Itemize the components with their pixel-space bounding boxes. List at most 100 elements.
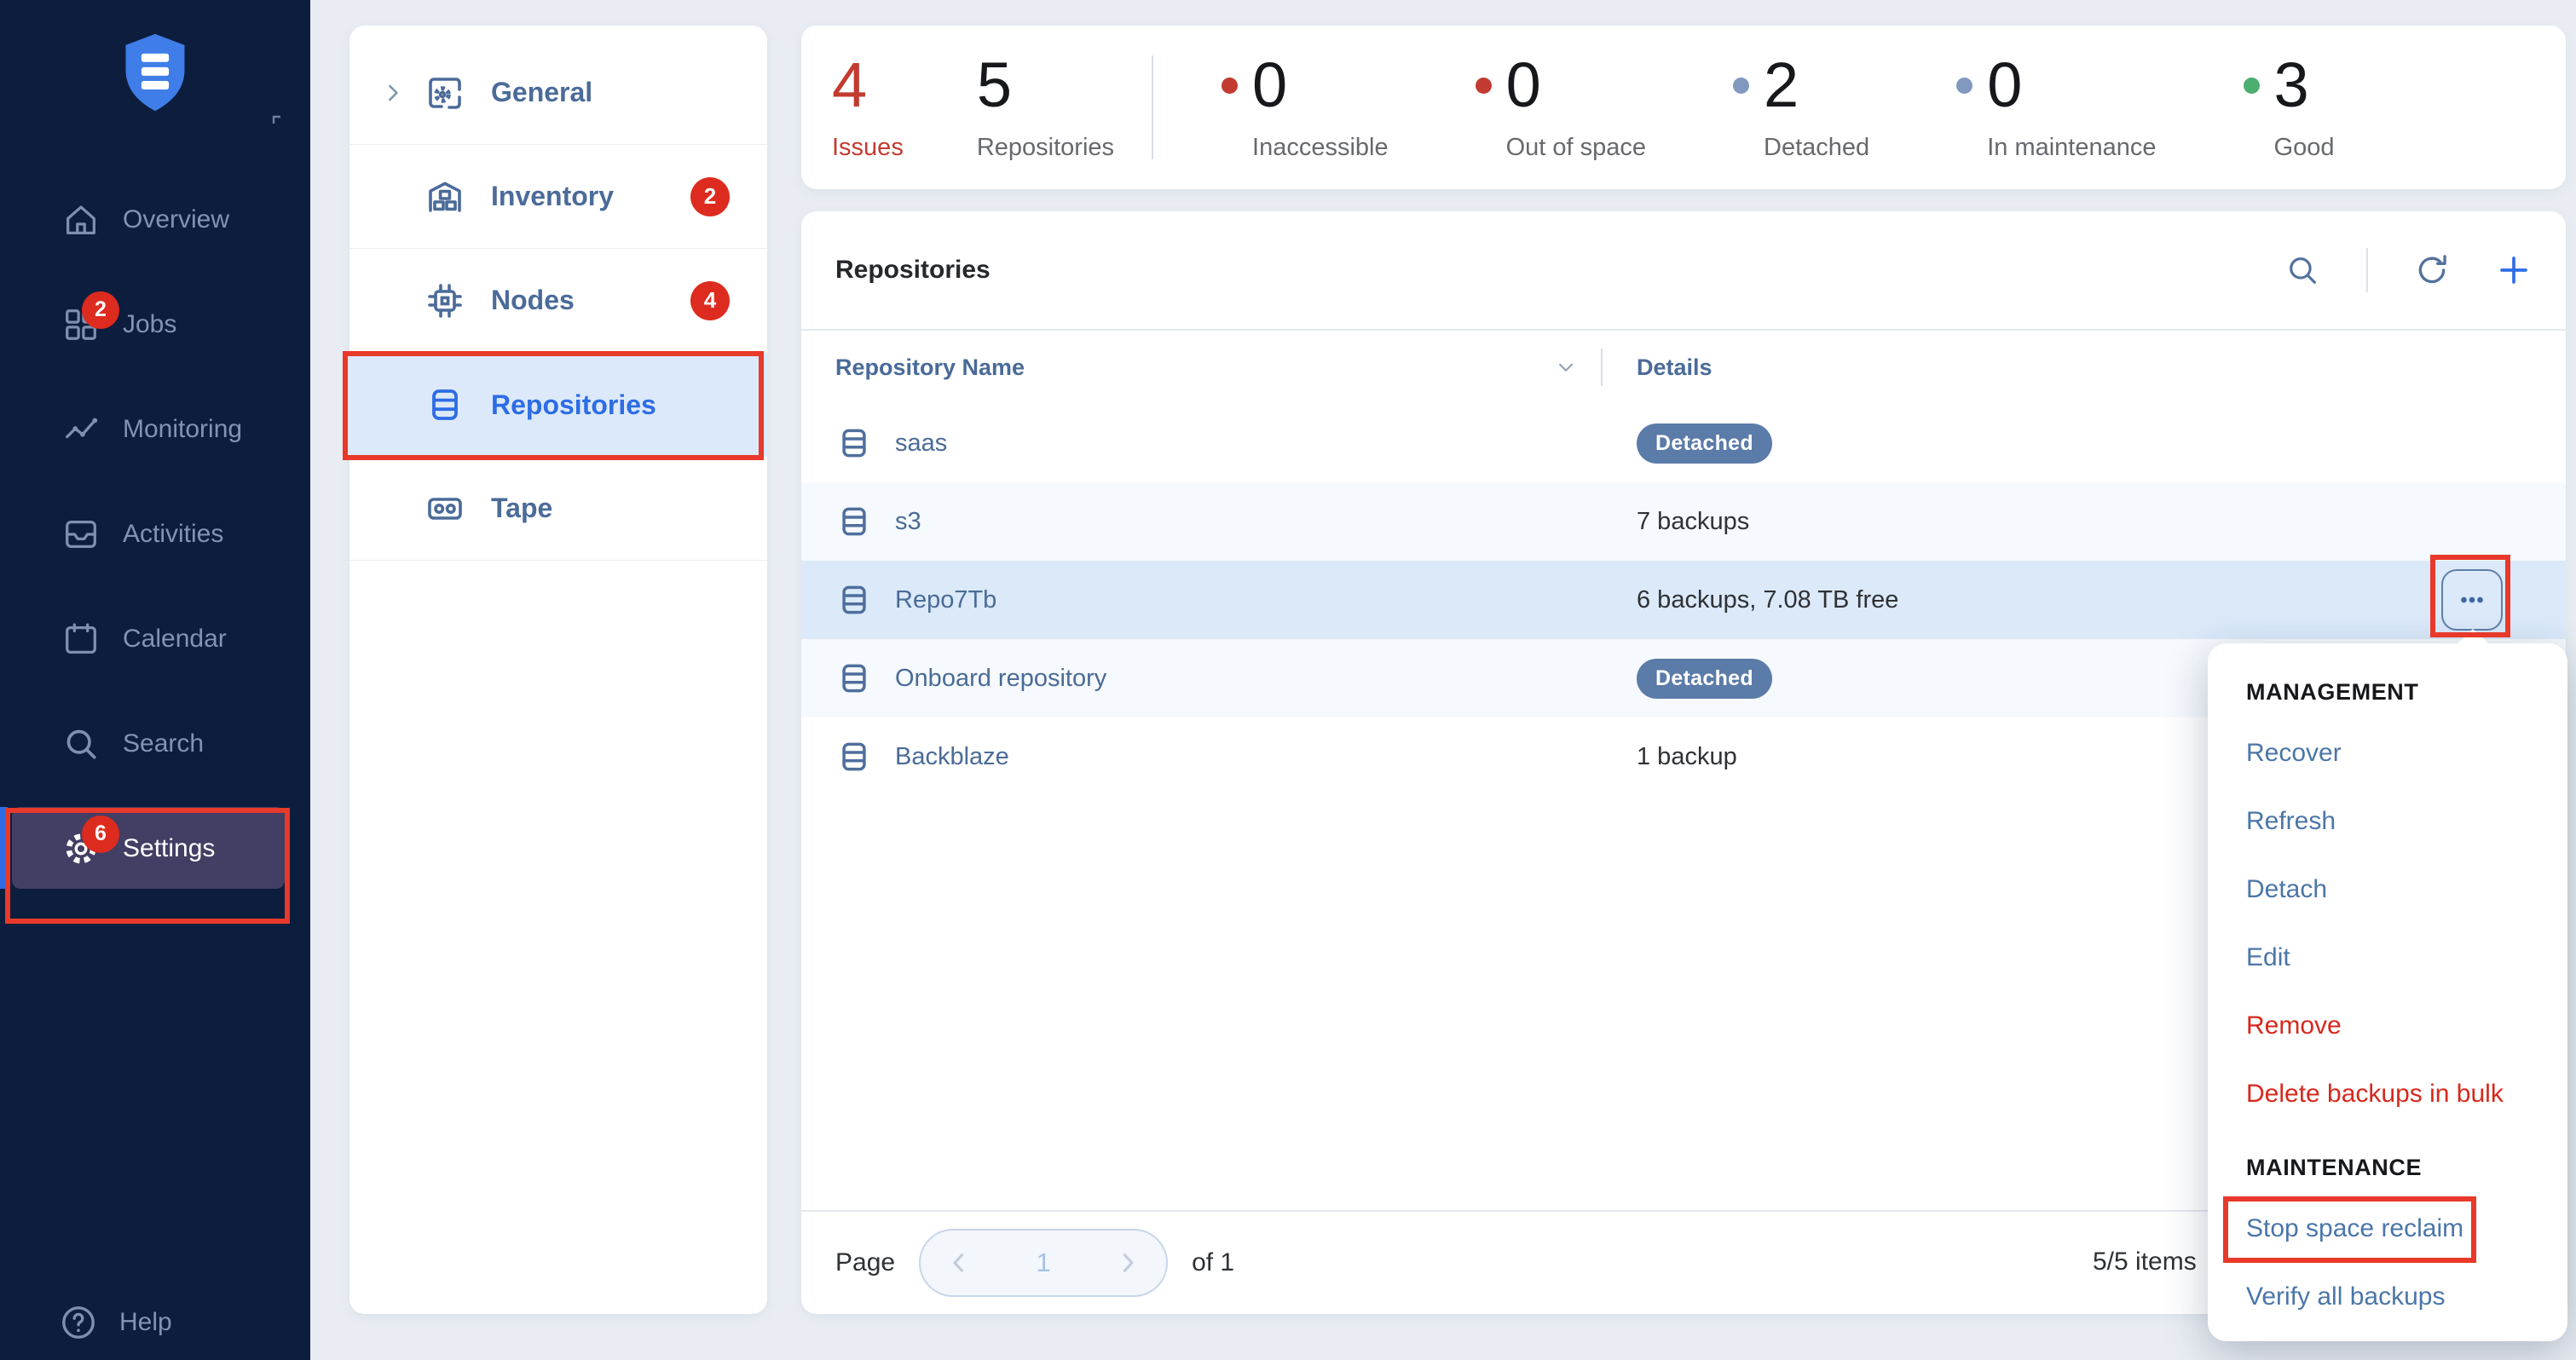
sidebar-item-label: Settings <box>123 834 215 863</box>
subnav-item-nodes[interactable]: Nodes 4 <box>349 249 767 353</box>
repository-details: 6 backups, 7.08 TB free <box>1601 586 2566 614</box>
stat-detached: 2 Detached <box>1733 54 1869 162</box>
column-header-details: Details <box>1601 354 2566 381</box>
subnav-item-label: Nodes <box>491 285 575 316</box>
chip-icon <box>425 280 465 321</box>
previous-page-chevron-icon[interactable] <box>944 1248 973 1277</box>
sidebar-item-label: Overview <box>123 205 229 234</box>
status-dot-red <box>1476 78 1492 94</box>
sidebar-item-settings[interactable]: 6 Settings <box>0 796 310 901</box>
repository-name-link[interactable]: Onboard repository <box>895 665 1106 693</box>
menu-section-management: MANAGEMENT <box>2208 665 2567 719</box>
stat-value: 0 <box>1252 54 1389 117</box>
window-gear-icon <box>425 72 465 113</box>
stat-label: Out of space <box>1506 134 1646 162</box>
stat-inaccessible: 0 Inaccessible <box>1222 54 1389 162</box>
grid-icon: 2 <box>61 305 101 344</box>
row-actions-ellipsis-button[interactable] <box>2441 569 2503 631</box>
menu-section-maintenance: MAINTENANCE <box>2208 1140 2567 1195</box>
stat-label: In maintenance <box>1987 134 2156 162</box>
panel-header: Repositories <box>801 211 2566 331</box>
repository-actions-context-menu: MANAGEMENT Recover Refresh Detach Edit R… <box>2208 643 2567 1341</box>
sidebar-item-calendar[interactable]: Calendar <box>0 586 310 691</box>
calendar-icon <box>61 619 101 659</box>
search-icon[interactable] <box>2284 252 2320 288</box>
repository-name-link[interactable]: Backblaze <box>895 743 1009 771</box>
panel-title: Repositories <box>835 256 2284 285</box>
database-icon <box>835 660 873 697</box>
stat-label: Good <box>2274 134 2335 162</box>
subnav-item-repositories[interactable]: Repositories <box>349 353 767 457</box>
subnav-item-general[interactable]: General <box>349 41 767 145</box>
column-divider <box>1601 349 1603 386</box>
sidebar-item-label: Monitoring <box>123 415 242 444</box>
sidebar-item-search[interactable]: Search <box>0 691 310 796</box>
sidebar-nav: Overview 2 Jobs Monitoring <box>0 167 310 901</box>
home-icon <box>61 200 101 239</box>
menu-item-edit[interactable]: Edit <box>2208 924 2567 992</box>
menu-item-detach[interactable]: Detach <box>2208 856 2567 924</box>
subnav-item-tape[interactable]: Tape <box>349 457 767 561</box>
menu-item-delete-backups-in-bulk[interactable]: Delete backups in bulk <box>2208 1060 2567 1128</box>
status-dot-red <box>1222 78 1238 94</box>
refresh-icon[interactable] <box>2414 252 2450 288</box>
repository-name-link[interactable]: Repo7Tb <box>895 586 996 614</box>
sidebar-item-activities[interactable]: Activities <box>0 481 310 586</box>
current-page-number[interactable]: 1 <box>1036 1248 1050 1278</box>
menu-item-recover[interactable]: Recover <box>2208 719 2567 787</box>
repository-name-link[interactable]: s3 <box>895 508 921 536</box>
stat-repositories: 5 Repositories <box>977 54 1114 162</box>
database-icon <box>425 384 465 425</box>
page-of-label: of 1 <box>1192 1248 1234 1277</box>
settings-count-badge: 6 <box>82 815 119 853</box>
sidebar-item-label: Calendar <box>123 625 227 654</box>
subnav-item-label: Repositories <box>491 389 656 421</box>
sidebar-item-jobs[interactable]: 2 Jobs <box>0 272 310 377</box>
menu-item-remove[interactable]: Remove <box>2208 992 2567 1060</box>
table-row-s3[interactable]: s3 7 backups <box>801 482 2566 561</box>
stat-good: 3 Good <box>2244 54 2335 162</box>
menu-item-verify-all-backups[interactable]: Verify all backups <box>2208 1263 2567 1331</box>
chevron-right-icon[interactable] <box>380 80 406 106</box>
column-label: Repository Name <box>835 354 1025 381</box>
subnav-item-label: General <box>491 77 592 108</box>
detached-status-badge: Detached <box>1637 424 1772 464</box>
page-stepper: 1 <box>919 1229 1168 1297</box>
stat-label: Detached <box>1764 134 1869 162</box>
chart-line-icon <box>61 410 101 449</box>
stat-value: 3 <box>2274 54 2335 117</box>
stats-divider <box>1152 55 1153 159</box>
status-dot-green <box>2244 78 2260 94</box>
database-icon <box>835 738 873 775</box>
table-row-repo7tb[interactable]: Repo7Tb 6 backups, 7.08 TB free <box>801 561 2566 639</box>
stat-out-of-space: 0 Out of space <box>1476 54 1646 162</box>
app-logo-shield-icon <box>116 31 194 121</box>
stat-value: 4 <box>832 54 904 117</box>
detached-status-badge: Detached <box>1637 659 1772 699</box>
sidebar-item-help[interactable]: Help <box>58 1302 172 1343</box>
database-icon <box>835 424 873 462</box>
subnav-item-inventory[interactable]: Inventory 2 <box>349 145 767 249</box>
sidebar-item-label: Jobs <box>123 310 176 339</box>
table-row-saas[interactable]: saas Detached <box>801 404 2566 482</box>
menu-pointer-notch <box>2457 629 2489 644</box>
column-header-repository-name[interactable]: Repository Name <box>801 354 1601 381</box>
add-repository-plus-icon[interactable] <box>2496 252 2532 288</box>
stat-value: 5 <box>977 54 1114 117</box>
table-header: Repository Name Details <box>801 331 2566 404</box>
sidebar-item-monitoring[interactable]: Monitoring <box>0 377 310 481</box>
repository-name-link[interactable]: saas <box>895 429 947 458</box>
stat-label: Repositories <box>977 134 1114 162</box>
stat-value: 0 <box>1506 54 1646 117</box>
menu-item-refresh[interactable]: Refresh <box>2208 787 2567 856</box>
database-icon <box>835 503 873 540</box>
subnav-item-label: Tape <box>491 493 552 524</box>
sidebar-item-overview[interactable]: Overview <box>0 167 310 272</box>
jobs-count-badge: 2 <box>82 291 119 329</box>
menu-item-stop-space-reclaim[interactable]: Stop space reclaim <box>2208 1195 2567 1263</box>
sidebar-collapse-icon[interactable] <box>269 112 290 133</box>
stat-label: Inaccessible <box>1252 134 1389 162</box>
toolbar-divider <box>2366 248 2368 292</box>
sort-chevron-down-icon[interactable] <box>1553 354 1579 380</box>
next-page-chevron-icon[interactable] <box>1113 1248 1142 1277</box>
